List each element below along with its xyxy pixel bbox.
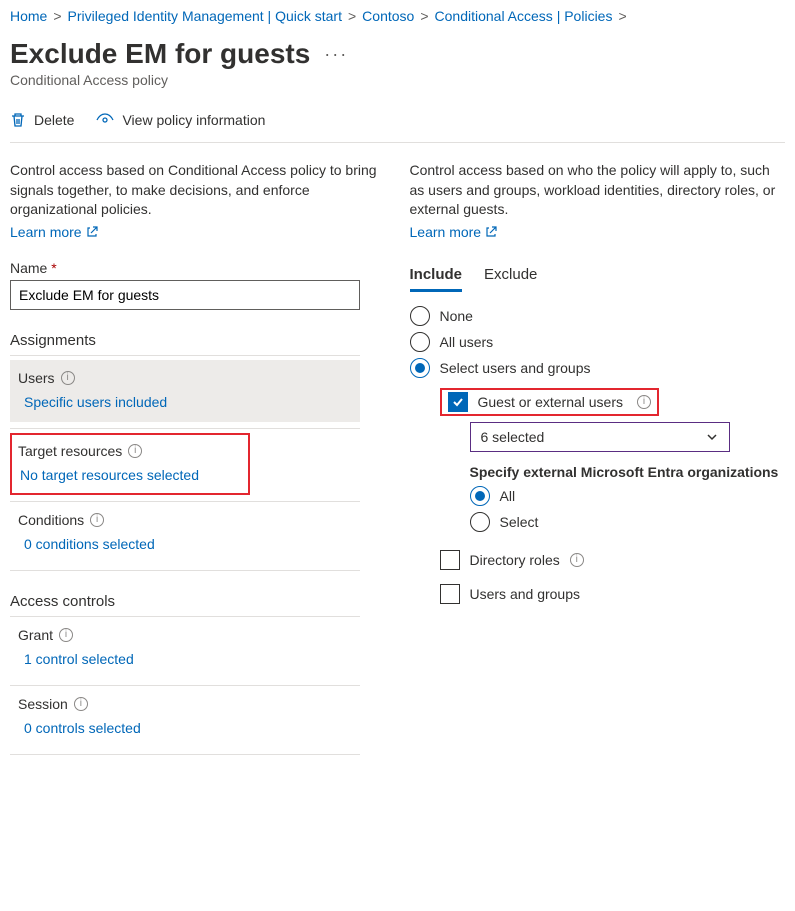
delete-button[interactable]: Delete — [10, 112, 74, 128]
radio-icon — [470, 486, 490, 506]
session-section[interactable]: Session i 0 controls selected — [10, 686, 360, 748]
users-link[interactable]: Specific users included — [18, 386, 352, 410]
radio-select-label: Select users and groups — [440, 360, 591, 376]
delete-label: Delete — [34, 112, 74, 128]
include-exclude-tabs: Include Exclude — [410, 266, 786, 292]
radio-icon — [410, 332, 430, 352]
checkbox-users-groups[interactable]: Users and groups — [440, 584, 786, 604]
access-controls-header: Access controls — [10, 593, 386, 610]
conditions-label: Conditions — [18, 512, 84, 528]
page-subtitle: Conditional Access policy — [10, 72, 785, 88]
learn-more-label: Learn more — [410, 224, 482, 240]
directory-roles-label: Directory roles — [470, 552, 560, 568]
view-policy-info-label: View policy information — [122, 112, 265, 128]
policy-settings-column: Control access based on Conditional Acce… — [10, 161, 386, 755]
radio-all-users[interactable]: All users — [410, 332, 786, 352]
view-policy-info-button[interactable]: View policy information — [96, 112, 265, 128]
dropdown-value: 6 selected — [481, 429, 545, 445]
grant-link[interactable]: 1 control selected — [18, 643, 352, 667]
chevron-right-icon: > — [348, 8, 356, 24]
radio-select-users[interactable]: Select users and groups — [410, 358, 786, 378]
grant-label: Grant — [18, 627, 53, 643]
trash-icon — [10, 112, 26, 128]
assignments-header: Assignments — [10, 332, 386, 349]
users-label: Users — [18, 370, 55, 386]
toolbar: Delete View policy information — [10, 106, 785, 143]
radio-icon — [410, 306, 430, 326]
info-icon[interactable]: i — [59, 628, 73, 642]
info-icon[interactable]: i — [570, 553, 584, 567]
conditions-link[interactable]: 0 conditions selected — [18, 528, 352, 552]
checkbox-icon — [440, 584, 460, 604]
guest-external-label: Guest or external users — [478, 394, 624, 410]
target-resources-section[interactable]: Target resources i No target resources s… — [14, 437, 246, 491]
name-input[interactable] — [10, 280, 360, 310]
page-title: Exclude EM for guests — [10, 38, 310, 70]
chevron-right-icon: > — [420, 8, 428, 24]
learn-more-link[interactable]: Learn more — [410, 224, 498, 240]
breadcrumb: Home > Privileged Identity Management | … — [10, 8, 785, 24]
radio-none[interactable]: None — [410, 306, 786, 326]
chevron-right-icon: > — [53, 8, 61, 24]
name-label: Name * — [10, 260, 386, 276]
checkbox-directory-roles[interactable]: Directory roles i — [440, 550, 786, 570]
target-resources-label: Target resources — [18, 443, 122, 459]
checkbox-icon — [440, 550, 460, 570]
more-actions-button[interactable]: ··· — [324, 44, 348, 65]
users-description: Control access based on who the policy w… — [410, 161, 786, 220]
org-select-label: Select — [500, 514, 539, 530]
target-resources-link[interactable]: No target resources selected — [18, 459, 242, 483]
specify-orgs-header: Specify external Microsoft Entra organiz… — [470, 464, 786, 480]
checkbox-guest-external[interactable]: Guest or external users i — [448, 392, 652, 412]
conditions-section[interactable]: Conditions i 0 conditions selected — [10, 502, 360, 564]
radio-icon — [410, 358, 430, 378]
external-link-icon — [86, 226, 98, 238]
users-config-column: Control access based on who the policy w… — [410, 161, 786, 755]
learn-more-link[interactable]: Learn more — [10, 224, 98, 240]
session-link[interactable]: 0 controls selected — [18, 712, 352, 736]
session-label: Session — [18, 696, 68, 712]
external-link-icon — [485, 226, 497, 238]
breadcrumb-item[interactable]: Contoso — [362, 8, 414, 24]
breadcrumb-item[interactable]: Privileged Identity Management | Quick s… — [68, 8, 342, 24]
breadcrumb-item[interactable]: Conditional Access | Policies — [435, 8, 613, 24]
users-section[interactable]: Users i Specific users included — [10, 360, 360, 422]
users-groups-label: Users and groups — [470, 586, 581, 602]
info-icon[interactable]: i — [128, 444, 142, 458]
checkbox-icon — [448, 392, 468, 412]
info-icon[interactable]: i — [90, 513, 104, 527]
info-icon[interactable]: i — [637, 395, 651, 409]
chevron-down-icon — [705, 430, 719, 444]
info-icon[interactable]: i — [61, 371, 75, 385]
radio-none-label: None — [440, 308, 473, 324]
learn-more-label: Learn more — [10, 224, 82, 240]
exclude-tab[interactable]: Exclude — [484, 266, 537, 292]
radio-org-select[interactable]: Select — [470, 512, 786, 532]
org-all-label: All — [500, 488, 516, 504]
include-tab[interactable]: Include — [410, 266, 463, 292]
guest-types-dropdown[interactable]: 6 selected — [470, 422, 730, 452]
policy-description: Control access based on Conditional Acce… — [10, 161, 386, 220]
info-icon[interactable]: i — [74, 697, 88, 711]
radio-org-all[interactable]: All — [470, 486, 786, 506]
breadcrumb-item[interactable]: Home — [10, 8, 47, 24]
eye-icon — [96, 112, 114, 128]
radio-all-label: All users — [440, 334, 494, 350]
radio-icon — [470, 512, 490, 532]
chevron-right-icon: > — [618, 8, 626, 24]
grant-section[interactable]: Grant i 1 control selected — [10, 617, 360, 679]
